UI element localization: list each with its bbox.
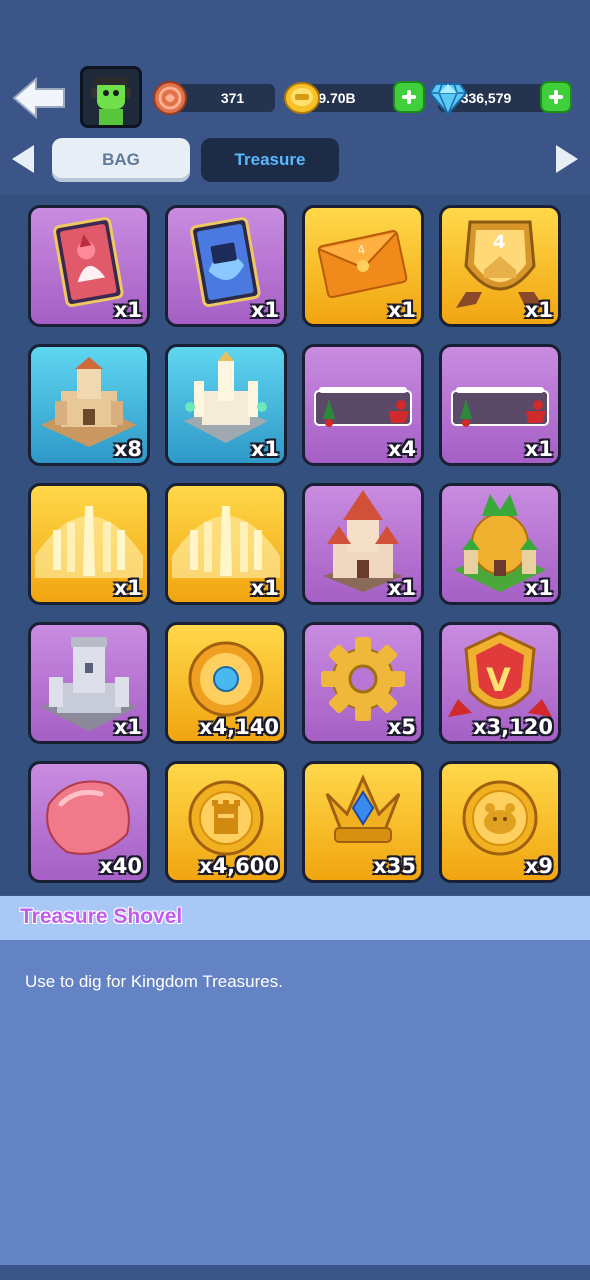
item-quantity: x1 (113, 715, 142, 739)
item-quantity: x1 (113, 298, 142, 322)
next-tab-arrow-icon[interactable] (554, 143, 580, 175)
item-quantity: x1 (524, 576, 553, 600)
item-quantity: x1 (387, 298, 416, 322)
bottom-strip (0, 1265, 590, 1280)
tab-treasure[interactable]: Treasure (201, 138, 339, 182)
item-slot[interactable]: x8 (28, 344, 150, 466)
item-slot[interactable]: V x3,120 (439, 622, 561, 744)
item-detail-title: Treasure Shovel (20, 905, 183, 928)
item-slot[interactable]: x1 (439, 344, 561, 466)
item-slot[interactable]: x1 (165, 205, 287, 327)
item-slot[interactable]: x4 (302, 344, 424, 466)
item-slot[interactable]: 4 x1 (439, 205, 561, 327)
item-quantity: x5 (387, 715, 416, 739)
item-quantity: x4,140 (199, 715, 279, 739)
item-quantity: x1 (524, 437, 553, 461)
item-slot[interactable]: x4,140 (165, 622, 287, 744)
item-grid: x1 x1 4 x1 4 x1 x8 x1 x4 x1 x1 x1 x1 x1 … (0, 195, 590, 895)
item-slot[interactable]: x1 (439, 483, 561, 605)
item-slot[interactable]: x35 (302, 761, 424, 883)
item-slot[interactable]: x1 (165, 483, 287, 605)
item-slot[interactable]: x1 (302, 483, 424, 605)
item-quantity: x3,120 (473, 715, 553, 739)
item-detail-description: Use to dig for Kingdom Treasures. (25, 972, 283, 991)
item-slot[interactable]: x1 (28, 622, 150, 744)
gold-coin-icon (284, 80, 320, 121)
item-quantity: x1 (113, 576, 142, 600)
item-slot[interactable]: 4 x1 (302, 205, 424, 327)
item-quantity: x35 (373, 854, 416, 878)
item-detail-panel: Use to dig for Kingdom Treasures. (0, 940, 590, 1265)
item-quantity: x4 (387, 437, 416, 461)
svg-text:V: V (486, 661, 511, 699)
item-detail-header: Treasure Shovel (0, 896, 590, 940)
top-bar: 371 9.70B 336,579 BAG Treasure (0, 0, 590, 195)
prev-tab-arrow-icon[interactable] (10, 143, 36, 175)
add-gold-button[interactable] (393, 81, 425, 113)
item-quantity: x1 (250, 298, 279, 322)
item-slot[interactable]: x5 (302, 622, 424, 744)
item-slot[interactable]: x9 (439, 761, 561, 883)
back-arrow-icon[interactable] (12, 76, 68, 120)
item-quantity: x9 (524, 854, 553, 878)
item-quantity: x1 (250, 437, 279, 461)
copper-token-icon (152, 80, 188, 121)
diamond-icon (428, 80, 468, 121)
item-slot[interactable]: x4,600 (165, 761, 287, 883)
item-quantity: x1 (387, 576, 416, 600)
item-slot[interactable]: x1 (28, 205, 150, 327)
tab-bag[interactable]: BAG (52, 138, 190, 182)
avatar[interactable] (80, 66, 142, 128)
item-slot[interactable]: x40 (28, 761, 150, 883)
token-value: 371 (220, 90, 245, 106)
item-slot[interactable]: x1 (28, 483, 150, 605)
item-quantity: x40 (99, 854, 142, 878)
item-quantity: x8 (113, 437, 142, 461)
add-gems-button[interactable] (540, 81, 572, 113)
svg-text:4: 4 (493, 232, 506, 253)
item-quantity: x1 (250, 576, 279, 600)
item-slot[interactable]: x1 (165, 344, 287, 466)
item-quantity: x1 (524, 298, 553, 322)
item-quantity: x4,600 (199, 854, 279, 878)
